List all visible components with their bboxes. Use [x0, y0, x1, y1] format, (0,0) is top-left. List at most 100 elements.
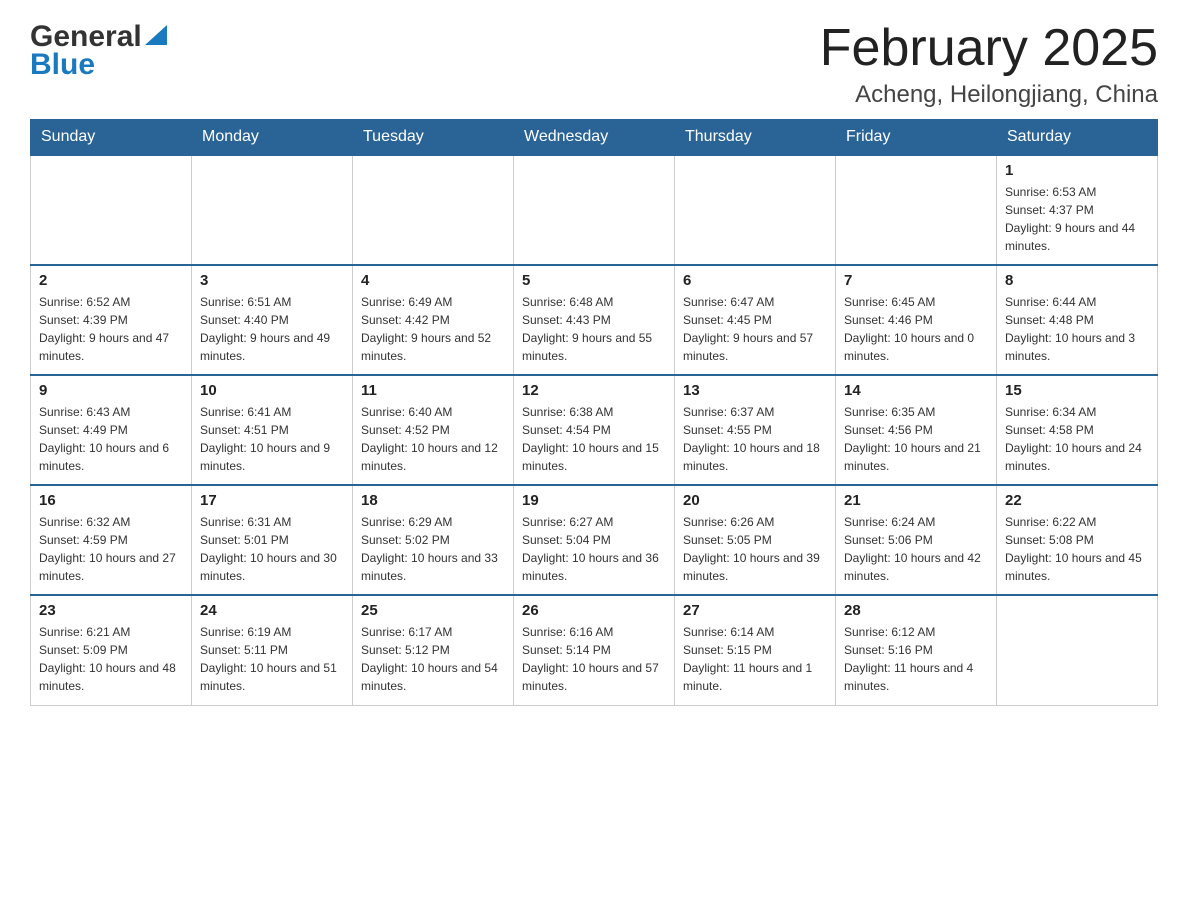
header-saturday: Saturday: [997, 120, 1158, 156]
day-number: 19: [522, 492, 666, 509]
page-header: General Blue February 2025 Acheng, Heilo…: [30, 20, 1158, 109]
day-number: 26: [522, 602, 666, 619]
day-info-text: Sunset: 4:46 PM: [844, 311, 988, 329]
calendar-cell: [192, 155, 353, 265]
day-info-text: Sunrise: 6:35 AM: [844, 403, 988, 421]
day-number: 13: [683, 382, 827, 399]
day-number: 28: [844, 602, 988, 619]
day-info-text: Sunset: 4:40 PM: [200, 311, 344, 329]
calendar-cell: 26 Sunrise: 6:16 AMSunset: 5:14 PMDayligh…: [514, 595, 675, 705]
day-info-text: Daylight: 9 hours and 57 minutes.: [683, 329, 827, 365]
day-info-text: Sunrise: 6:19 AM: [200, 623, 344, 641]
day-info-text: Sunset: 4:54 PM: [522, 421, 666, 439]
day-info-text: Sunrise: 6:27 AM: [522, 513, 666, 531]
day-info-text: Sunrise: 6:34 AM: [1005, 403, 1149, 421]
calendar-cell: 10Sunrise: 6:41 AMSunset: 4:51 PMDayligh…: [192, 375, 353, 485]
calendar-cell: 20Sunrise: 6:26 AMSunset: 5:05 PMDayligh…: [675, 485, 836, 595]
calendar-cell: 12Sunrise: 6:38 AMSunset: 4:54 PMDayligh…: [514, 375, 675, 485]
day-info-text: Daylight: 9 hours and 52 minutes.: [361, 329, 505, 365]
day-info-text: Sunset: 5:01 PM: [200, 531, 344, 549]
day-number: 12: [522, 382, 666, 399]
calendar-cell: 24 Sunrise: 6:19 AMSunset: 5:11 PMDayligh…: [192, 595, 353, 705]
day-info-text: Daylight: 10 hours and 33 minutes.: [361, 549, 505, 585]
day-number: 25: [361, 602, 505, 619]
calendar-cell: [675, 155, 836, 265]
day-info-text: Sunset: 4:52 PM: [361, 421, 505, 439]
header-thursday: Thursday: [675, 120, 836, 156]
calendar-cell: 18 Sunrise: 6:29 AMSunset: 5:02 PMDayligh…: [353, 485, 514, 595]
calendar-cell: 16Sunrise: 6:32 AMSunset: 4:59 PMDayligh…: [31, 485, 192, 595]
calendar-cell: 5Sunrise: 6:48 AMSunset: 4:43 PMDaylight…: [514, 265, 675, 375]
calendar-cell: 3 Sunrise: 6:51 AMSunset: 4:40 PMDaylight…: [192, 265, 353, 375]
day-info-text: Sunset: 4:42 PM: [361, 311, 505, 329]
day-number: 21: [844, 492, 988, 509]
header-wednesday: Wednesday: [514, 120, 675, 156]
day-number: 18: [361, 492, 505, 509]
day-number: 15: [1005, 382, 1149, 399]
day-info-text: Daylight: 10 hours and 48 minutes.: [39, 659, 183, 695]
day-number: 3: [200, 272, 344, 289]
week-row-2: 2Sunrise: 6:52 AMSunset: 4:39 PMDaylight…: [31, 265, 1158, 375]
calendar-cell: 28 Sunrise: 6:12 AMSunset: 5:16 PMDayligh…: [836, 595, 997, 705]
day-number: 17: [200, 492, 344, 509]
calendar-cell: 21Sunrise: 6:24 AMSunset: 5:06 PMDayligh…: [836, 485, 997, 595]
day-number: 27: [683, 602, 827, 619]
day-number: 24: [200, 602, 344, 619]
calendar-cell: [997, 595, 1158, 705]
calendar-cell: 22Sunrise: 6:22 AMSunset: 5:08 PMDayligh…: [997, 485, 1158, 595]
day-number: 9: [39, 382, 183, 399]
day-info-text: Daylight: 10 hours and 3 minutes.: [1005, 329, 1149, 365]
day-info-text: Daylight: 10 hours and 45 minutes.: [1005, 549, 1149, 585]
day-number: 6: [683, 272, 827, 289]
day-number: 20: [683, 492, 827, 509]
calendar-cell: 17Sunrise: 6:31 AMSunset: 5:01 PMDayligh…: [192, 485, 353, 595]
day-info-text: Daylight: 11 hours and 4 minutes.: [844, 659, 988, 695]
day-info-text: Daylight: 10 hours and 24 minutes.: [1005, 439, 1149, 475]
day-info-text: Daylight: 10 hours and 51 minutes.: [200, 659, 344, 695]
day-info-text: Sunset: 5:16 PM: [844, 641, 988, 659]
day-number: 7: [844, 272, 988, 289]
week-row-1: 1Sunrise: 6:53 AMSunset: 4:37 PMDaylight…: [31, 155, 1158, 265]
calendar-cell: 1Sunrise: 6:53 AMSunset: 4:37 PMDaylight…: [997, 155, 1158, 265]
day-info-text: Sunset: 5:04 PM: [522, 531, 666, 549]
day-number: 4: [361, 272, 505, 289]
day-info-text: Sunset: 5:02 PM: [361, 531, 505, 549]
calendar-cell: 7Sunrise: 6:45 AMSunset: 4:46 PMDaylight…: [836, 265, 997, 375]
day-info-text: Daylight: 10 hours and 30 minutes.: [200, 549, 344, 585]
header-tuesday: Tuesday: [353, 120, 514, 156]
day-info-text: Sunset: 4:55 PM: [683, 421, 827, 439]
day-info-text: Sunrise: 6:29 AM: [361, 513, 505, 531]
day-info-text: Daylight: 10 hours and 0 minutes.: [844, 329, 988, 365]
day-info-text: Sunset: 4:56 PM: [844, 421, 988, 439]
day-info-text: Sunset: 5:06 PM: [844, 531, 988, 549]
day-info-text: Sunrise: 6:51 AM: [200, 293, 344, 311]
day-info-text: Sunset: 5:14 PM: [522, 641, 666, 659]
day-info-text: Daylight: 10 hours and 21 minutes.: [844, 439, 988, 475]
calendar-cell: 13Sunrise: 6:37 AMSunset: 4:55 PMDayligh…: [675, 375, 836, 485]
day-info-text: Daylight: 10 hours and 27 minutes.: [39, 549, 183, 585]
day-info-text: Sunset: 5:05 PM: [683, 531, 827, 549]
day-info-text: Sunrise: 6:12 AM: [844, 623, 988, 641]
day-info-text: Sunset: 4:37 PM: [1005, 201, 1149, 219]
calendar-cell: 14Sunrise: 6:35 AMSunset: 4:56 PMDayligh…: [836, 375, 997, 485]
calendar-cell: 27Sunrise: 6:14 AMSunset: 5:15 PMDayligh…: [675, 595, 836, 705]
header-monday: Monday: [192, 120, 353, 156]
day-info-text: Sunrise: 6:16 AM: [522, 623, 666, 641]
day-info-text: Daylight: 10 hours and 57 minutes.: [522, 659, 666, 695]
day-info-text: Sunrise: 6:48 AM: [522, 293, 666, 311]
day-info-text: Sunset: 5:09 PM: [39, 641, 183, 659]
day-number: 8: [1005, 272, 1149, 289]
day-info-text: Sunset: 5:15 PM: [683, 641, 827, 659]
calendar-cell: [353, 155, 514, 265]
day-number: 1: [1005, 162, 1149, 179]
day-info-text: Sunset: 5:11 PM: [200, 641, 344, 659]
day-info-text: Daylight: 9 hours and 44 minutes.: [1005, 219, 1149, 255]
calendar-cell: 2Sunrise: 6:52 AMSunset: 4:39 PMDaylight…: [31, 265, 192, 375]
calendar-cell: [31, 155, 192, 265]
day-info-text: Daylight: 10 hours and 39 minutes.: [683, 549, 827, 585]
day-number: 2: [39, 272, 183, 289]
week-row-4: 16Sunrise: 6:32 AMSunset: 4:59 PMDayligh…: [31, 485, 1158, 595]
day-info-text: Daylight: 9 hours and 49 minutes.: [200, 329, 344, 365]
day-info-text: Sunrise: 6:14 AM: [683, 623, 827, 641]
day-info-text: Sunset: 4:45 PM: [683, 311, 827, 329]
